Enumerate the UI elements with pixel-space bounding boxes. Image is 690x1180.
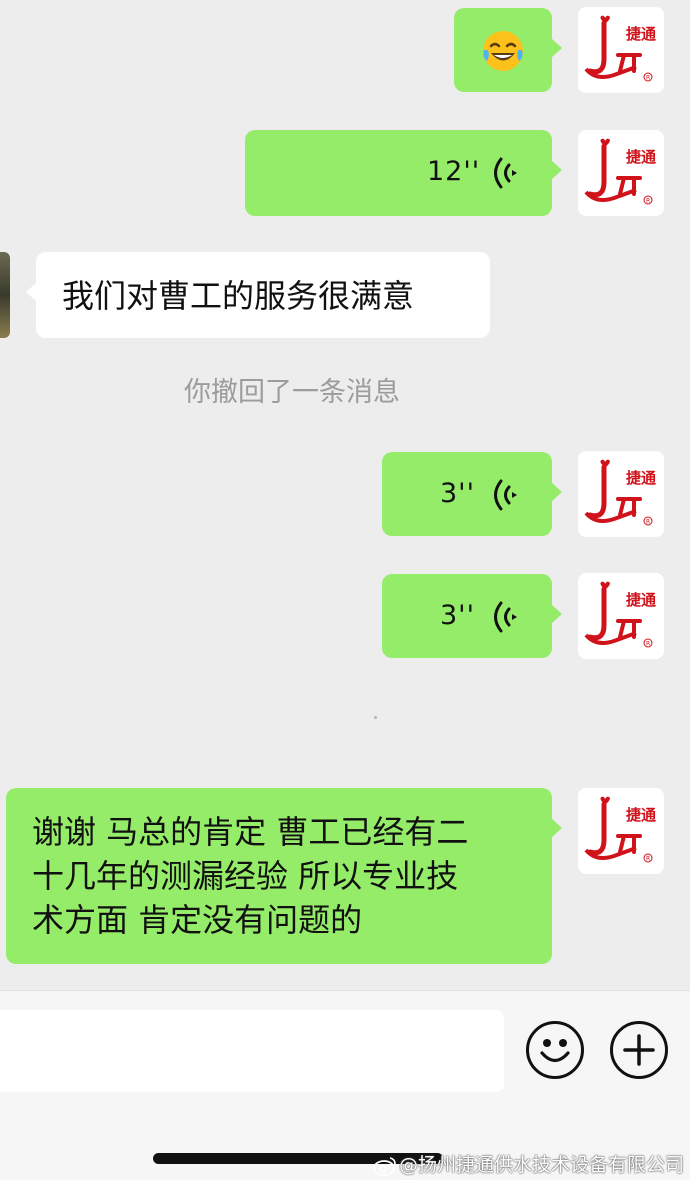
divider-dot	[374, 716, 377, 719]
avatar-self[interactable]: 捷通 R	[578, 130, 664, 216]
recall-notice: 你撤回了一条消息	[184, 377, 400, 408]
svg-text:捷通: 捷通	[626, 469, 656, 487]
smile-icon	[540, 1039, 570, 1063]
voice-duration: 3''	[440, 600, 476, 631]
avatar-self[interactable]: 捷通 R	[578, 573, 664, 659]
svg-text:捷通: 捷通	[626, 591, 656, 609]
svg-text:R: R	[646, 75, 650, 82]
svg-text:捷通: 捷通	[626, 148, 656, 166]
weibo-icon	[373, 1156, 396, 1176]
voice-duration: 3''	[440, 478, 476, 509]
watermark: @扬州捷通供水技术设备有限公司	[373, 1150, 684, 1177]
svg-text:捷通: 捷通	[626, 806, 656, 824]
brand-logo-icon: 捷通 R	[584, 581, 656, 648]
svg-text:R: R	[646, 641, 650, 648]
emoji-button[interactable]	[526, 1021, 584, 1079]
svg-text:R: R	[646, 519, 650, 526]
plus-icon	[623, 1034, 655, 1066]
avatar-self[interactable]: 捷通 R	[578, 788, 664, 874]
more-button[interactable]	[610, 1021, 668, 1079]
avatar-self[interactable]: 捷通 R	[578, 7, 664, 93]
brand-logo-icon: 捷通 R	[584, 459, 656, 526]
voice-wave-icon	[494, 601, 517, 633]
message-text-line: 术方面 肯定没有问题的	[32, 901, 363, 939]
chat-screen: 捷通 R 12'' 捷通 R 我们对曹工的服务很满意 你撤回了一条消息 3'' …	[0, 0, 690, 1180]
avatar-other[interactable]	[0, 252, 10, 338]
message-input[interactable]	[0, 1010, 504, 1092]
avatar-self[interactable]: 捷通 R	[578, 451, 664, 537]
message-text: 我们对曹工的服务很满意	[62, 277, 415, 315]
svg-text:R: R	[646, 856, 650, 863]
message-text-line: 谢谢 马总的肯定 曹工已经有二	[32, 813, 469, 851]
voice-wave-icon	[494, 157, 517, 189]
svg-text:R: R	[646, 198, 650, 205]
voice-duration: 12''	[427, 156, 481, 187]
watermark-text: @扬州捷通供水技术设备有限公司	[398, 1154, 684, 1176]
message-text-line: 十几年的测漏经验 所以专业技	[32, 857, 459, 895]
brand-logo-icon: 捷通 R	[584, 796, 656, 863]
svg-text:捷通: 捷通	[626, 25, 656, 43]
face-with-tears-of-joy-emoji	[483, 31, 523, 71]
brand-logo-icon: 捷通 R	[584, 138, 656, 205]
voice-wave-icon	[494, 479, 517, 511]
brand-logo-icon: 捷通 R	[584, 15, 656, 82]
